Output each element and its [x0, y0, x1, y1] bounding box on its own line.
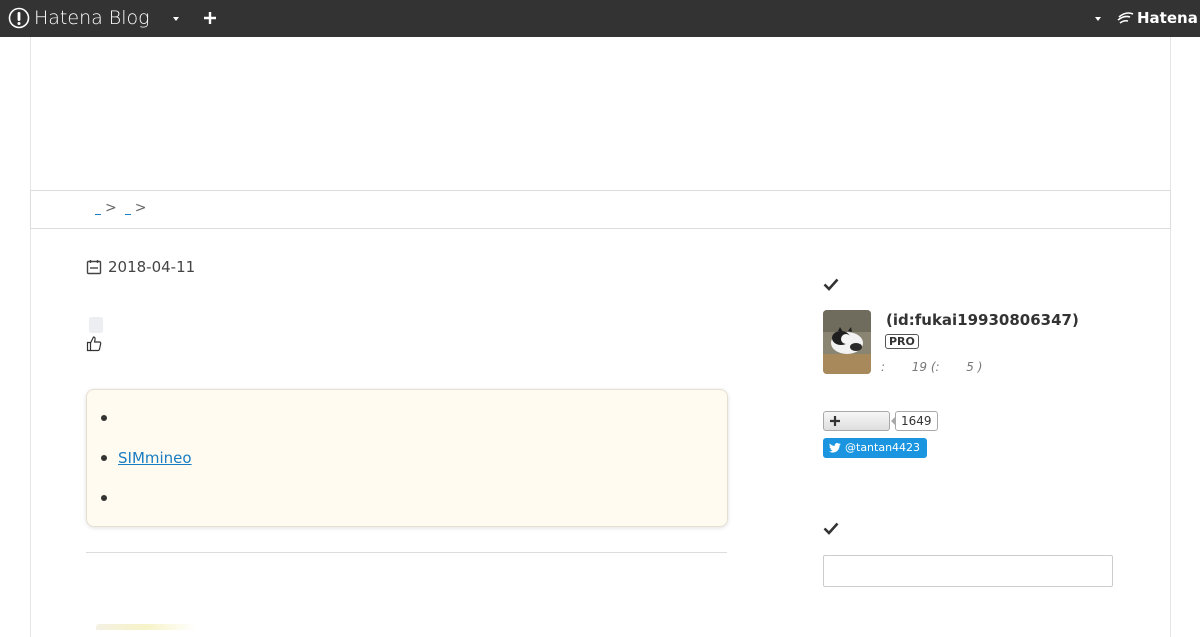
toc-item	[101, 408, 121, 428]
toc-link[interactable]	[118, 493, 121, 503]
thumbs-up-icon[interactable]	[86, 335, 102, 352]
plus-icon	[830, 416, 840, 426]
breadcrumb-bar: > >	[30, 190, 1171, 229]
list-bullet	[101, 495, 107, 501]
content-image-preview	[96, 624, 196, 630]
hatena-blog-logo-icon	[8, 7, 30, 29]
twitter-handle: @tantan4423	[845, 441, 921, 454]
list-bullet	[101, 455, 107, 461]
cat-avatar-image	[823, 310, 871, 374]
hatena-account-menu[interactable]: Hatena	[1117, 8, 1198, 28]
twitter-follow-button[interactable]: @tantan4423	[823, 438, 928, 458]
blog-header-area	[30, 37, 1171, 190]
hatena-logo-icon	[1117, 12, 1134, 24]
twitter-bird-icon	[829, 443, 841, 453]
breadcrumb-link-category[interactable]	[124, 209, 131, 215]
hatena-blog-home-link[interactable]: Hatena Blog	[8, 6, 150, 30]
global-header: Hatena Blog Hatena	[0, 0, 1200, 37]
caret-down-icon[interactable]	[1090, 11, 1106, 27]
breadcrumb-separator: >	[134, 200, 147, 216]
check-icon	[823, 522, 839, 535]
search-input[interactable]	[823, 555, 1113, 587]
toc-item	[101, 488, 121, 508]
plus-icon[interactable]	[201, 9, 219, 27]
hatena-label: Hatena	[1137, 9, 1198, 27]
subscriber-count: 1649	[891, 411, 938, 431]
breadcrumb-separator: >	[105, 200, 117, 216]
section-divider	[86, 552, 727, 553]
list-bullet	[101, 415, 107, 421]
entry-date-link[interactable]: 2018-04-11	[108, 258, 195, 276]
table-of-contents: SIMmineo	[86, 389, 728, 527]
toc-link[interactable]	[118, 413, 121, 423]
calendar-icon	[86, 260, 102, 275]
entry-date: 2018-04-11	[86, 258, 195, 276]
avatar[interactable]	[823, 310, 871, 374]
toc-link-simmineo[interactable]: SIMmineo	[118, 449, 209, 467]
check-icon	[823, 278, 839, 291]
profile-stats: : 19 (: 5 )	[881, 360, 983, 374]
pro-badge: PRO	[885, 334, 919, 349]
toc-link-label: SIMmineo	[118, 449, 192, 467]
subscribe-button[interactable]	[823, 411, 890, 431]
breadcrumb-link-home[interactable]	[95, 209, 101, 215]
breadcrumb: > >	[95, 200, 154, 216]
profile-user-id[interactable]: (id:fukai19930806347)	[886, 311, 1079, 329]
category-tag[interactable]	[89, 317, 103, 333]
caret-down-icon[interactable]	[168, 11, 184, 27]
brand-label: Hatena Blog	[34, 7, 150, 29]
toc-item: SIMmineo	[101, 448, 209, 468]
